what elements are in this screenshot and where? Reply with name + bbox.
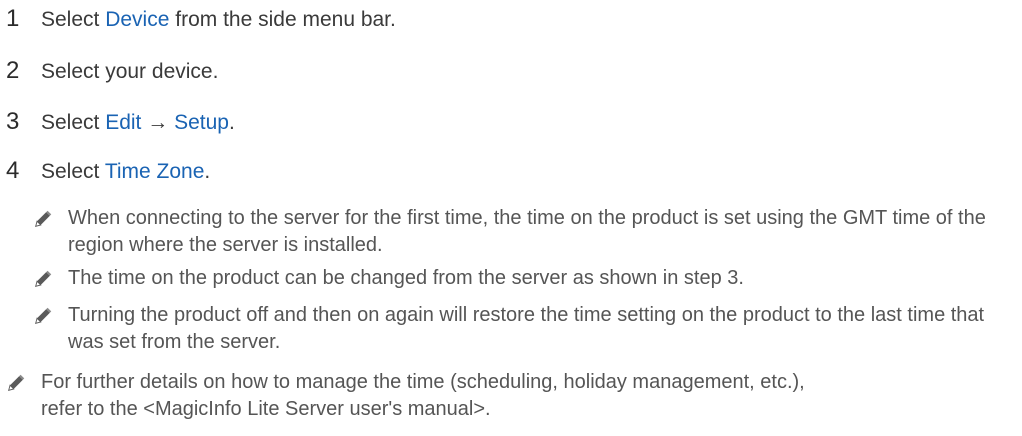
- step-4: 4 Select Time Zone.: [0, 158, 210, 185]
- sub-note-3: Turning the product off and then on agai…: [35, 302, 1008, 356]
- step-2: 2 Select your device.: [0, 58, 218, 85]
- edit-link[interactable]: Edit: [105, 111, 141, 134]
- step-3: 3 Select Edit → Setup.: [0, 109, 235, 136]
- note-text: The time on the product can be changed f…: [68, 267, 744, 289]
- device-link[interactable]: Device: [105, 8, 169, 31]
- pencil-icon: [35, 210, 52, 227]
- arrow-separator: →: [141, 111, 175, 134]
- sub-note-2: The time on the product can be changed f…: [35, 265, 1008, 292]
- step-number: 2: [6, 57, 20, 84]
- step-number: 1: [6, 5, 20, 32]
- setup-link[interactable]: Setup: [174, 111, 229, 134]
- pencil-icon: [35, 307, 52, 324]
- step-number: 3: [6, 108, 20, 135]
- step-number: 4: [6, 157, 20, 184]
- sub-note-1: When connecting to the server for the fi…: [35, 205, 1008, 259]
- pencil-icon: [35, 270, 52, 287]
- step-text-prefix: Select: [41, 160, 105, 183]
- step-text: Select Time Zone.: [41, 159, 210, 185]
- step-text: Select your device.: [41, 60, 219, 83]
- note-text: Turning the product off and then on agai…: [68, 304, 985, 353]
- main-note: For further details on how to manage the…: [8, 369, 841, 423]
- time-zone-link[interactable]: Time Zone: [105, 160, 205, 183]
- step-text-prefix: Select: [41, 111, 106, 134]
- step-text: Select Edit → Setup.: [41, 110, 235, 136]
- step-1: 1 Select Device from the side menu bar.: [0, 6, 396, 33]
- step-text-suffix: .: [228, 111, 235, 134]
- step-text-prefix: Select: [41, 8, 106, 31]
- step-text-suffix: .: [204, 160, 211, 183]
- note-text: For further details on how to manage the…: [41, 371, 805, 420]
- note-text: When connecting to the server for the fi…: [68, 207, 986, 256]
- step-text: Select Device from the side menu bar.: [41, 7, 396, 33]
- pencil-icon: [8, 374, 25, 391]
- step-text-suffix: from the side menu bar.: [169, 8, 396, 31]
